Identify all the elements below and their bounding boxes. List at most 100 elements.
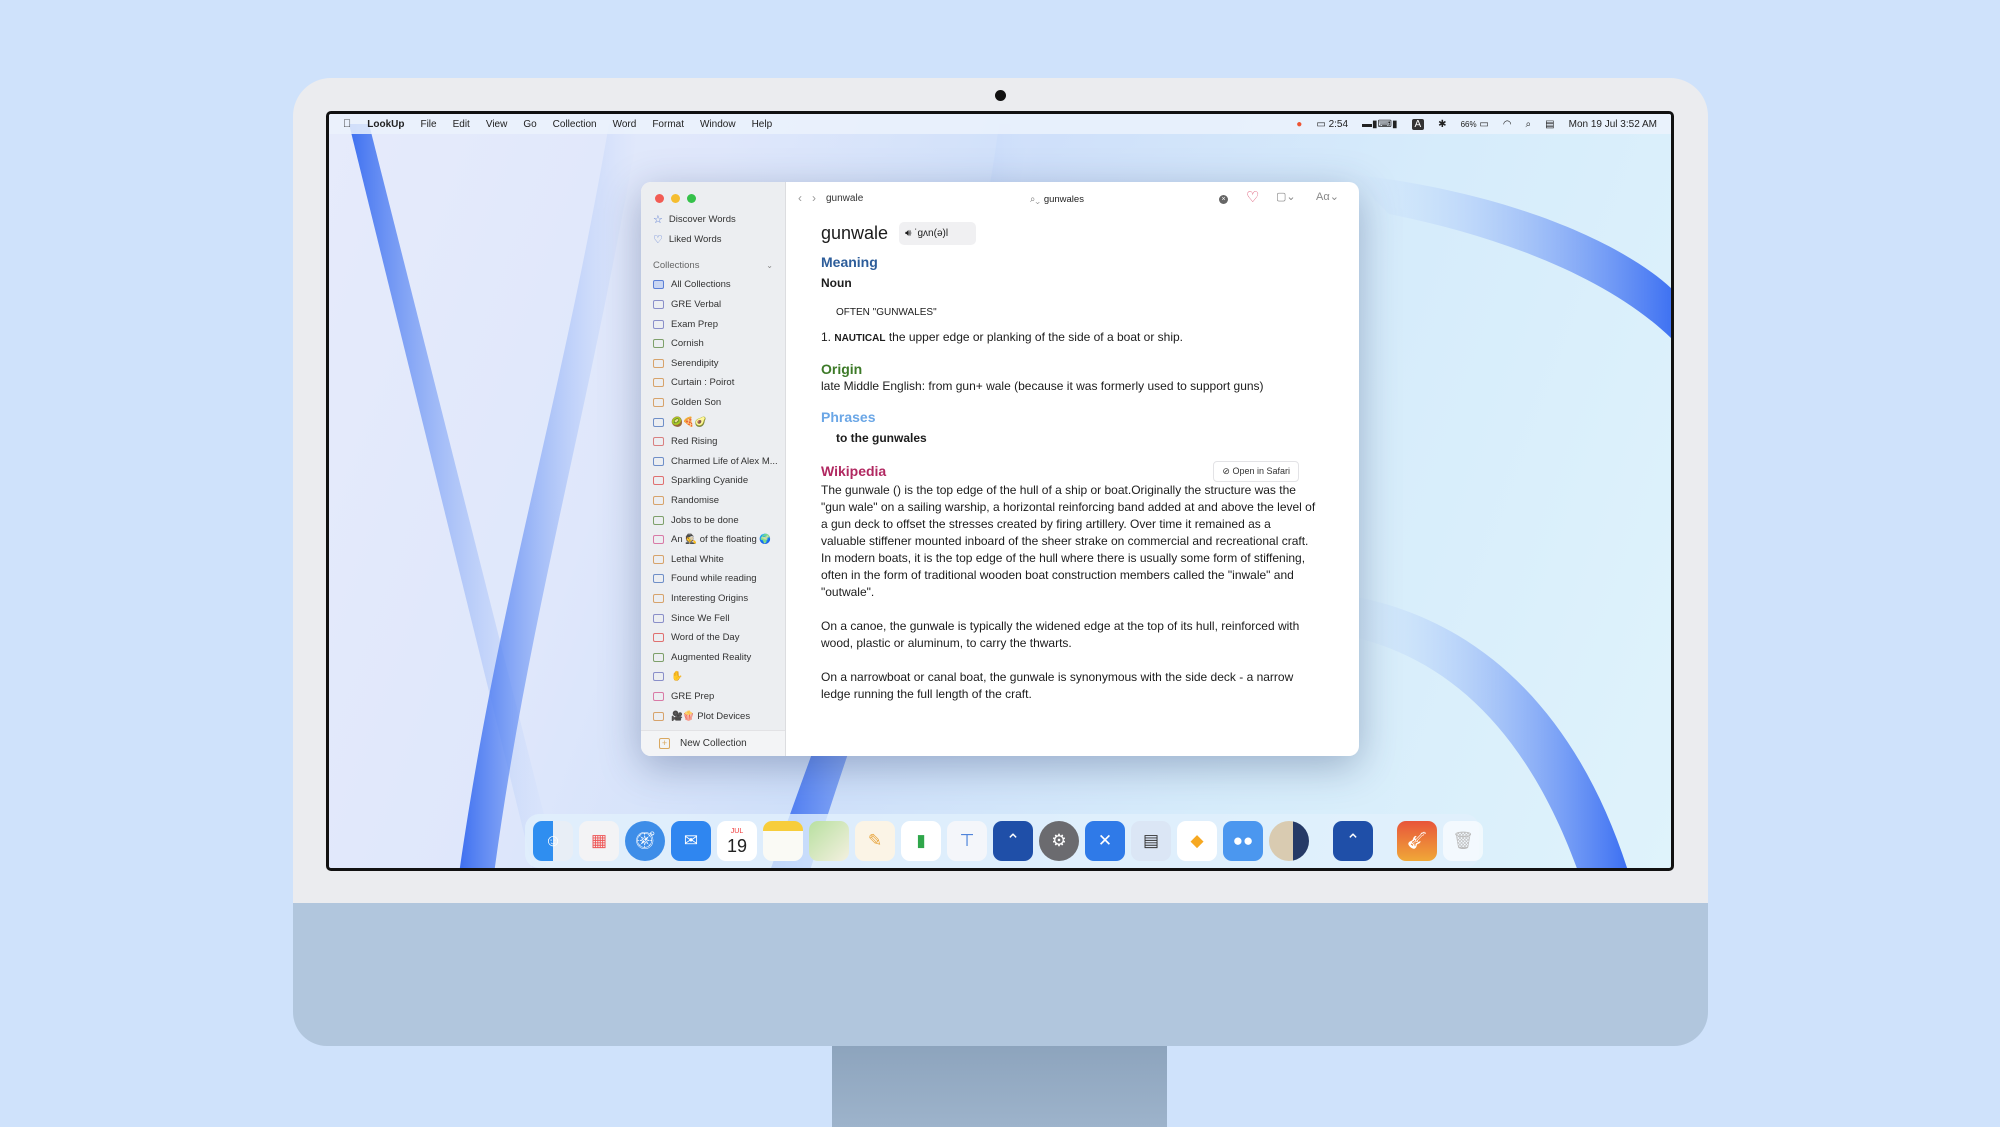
wifi-icon[interactable]: ◠ xyxy=(1503,119,1512,130)
like-heart-button[interactable]: ♡ xyxy=(1246,188,1259,206)
phrase: to the gunwales xyxy=(836,431,927,445)
dock-mail[interactable]: ✉ xyxy=(671,821,711,861)
new-collection-button[interactable]: + New Collection xyxy=(641,730,785,756)
control-center-icon[interactable]: ▤ xyxy=(1545,119,1554,130)
zoom-button[interactable] xyxy=(687,194,696,203)
apple-menu-icon[interactable]:  xyxy=(343,118,351,130)
sidebar-collection-item[interactable]: An 🕵️ of the floating 🌍 xyxy=(641,530,785,550)
open-in-safari-button[interactable]: ⊘ Open in Safari xyxy=(1213,461,1299,482)
back-button[interactable]: ‹ xyxy=(798,191,802,205)
dock-calendar[interactable]: JUL 19 xyxy=(717,821,757,861)
sidebar-collection-item[interactable]: Word of the Day xyxy=(641,628,785,648)
menu-go[interactable]: Go xyxy=(523,119,536,130)
dock-xcode[interactable]: ✕ xyxy=(1085,821,1125,861)
sidebar-collection-item[interactable]: Charmed Life of Alex M... xyxy=(641,452,785,472)
dock-sketch[interactable]: ◆ xyxy=(1177,821,1217,861)
bluetooth-icon[interactable]: ✱ xyxy=(1438,119,1446,130)
menu-window[interactable]: Window xyxy=(700,119,736,130)
collection-folder-icon xyxy=(653,417,664,427)
all-collections-icon xyxy=(653,280,664,290)
dock-pages[interactable]: ✎ xyxy=(855,821,895,861)
battery-percent-text: 66% xyxy=(1460,119,1477,129)
clear-search-icon[interactable]: × xyxy=(1219,194,1228,204)
sidebar-collection-item[interactable]: Exam Prep xyxy=(641,314,785,334)
dock-keynote[interactable]: ⊤ xyxy=(947,821,987,861)
menu-word[interactable]: Word xyxy=(613,119,637,130)
sidebar-item-discover-words[interactable]: ☆ Discover Words xyxy=(641,210,785,230)
battery-time[interactable]: ▭ 2:54 xyxy=(1316,119,1348,130)
sidebar-collection-item[interactable]: Found while reading xyxy=(641,569,785,589)
collection-folder-icon xyxy=(653,437,664,447)
close-button[interactable] xyxy=(655,194,664,203)
dock-maps[interactable] xyxy=(809,821,849,861)
collection-label: Exam Prep xyxy=(671,318,718,330)
chevron-down-icon[interactable]: ⌄ xyxy=(766,261,773,270)
sidebar-collection-item[interactable]: GRE Verbal xyxy=(641,295,785,315)
font-size-button[interactable]: Aα⌄ xyxy=(1316,190,1339,203)
dock-moon[interactable] xyxy=(1269,821,1309,861)
dock-finder[interactable]: ☺ xyxy=(533,821,573,861)
sidebar-collection-item[interactable]: Golden Son xyxy=(641,393,785,413)
sidebar-collection-item[interactable]: Serendipity xyxy=(641,354,785,374)
pronunciation-button[interactable]: 🔊︎ ˈɡʌn(ə)l xyxy=(899,222,977,245)
dock-notes[interactable] xyxy=(763,821,803,861)
dock-lookup[interactable]: ⌃ xyxy=(993,821,1033,861)
minimize-button[interactable] xyxy=(671,194,680,203)
dock-launchpad[interactable]: ▦ xyxy=(579,821,619,861)
dock-garageband[interactable]: 🎸︎ xyxy=(1397,821,1437,861)
sidebar-collection-item[interactable]: Cornish xyxy=(641,334,785,354)
wiki-paragraph: The gunwale () is the top edge of the hu… xyxy=(821,483,1316,599)
sidebar-collection-item[interactable]: 🥝🍕🥑 xyxy=(641,412,785,432)
menu-collection[interactable]: Collection xyxy=(553,119,597,130)
collection-label: Red Rising xyxy=(671,436,718,448)
spotlight-icon[interactable]: ⌕ xyxy=(1526,119,1532,130)
sidebar-collection-item[interactable]: Lethal White xyxy=(641,550,785,570)
dock-numbers[interactable]: ▮ xyxy=(901,821,941,861)
search-icon: ⌕⌄ xyxy=(1030,193,1040,205)
sidebar-collection-item[interactable]: GRE Prep xyxy=(641,687,785,707)
menu-edit[interactable]: Edit xyxy=(453,119,470,130)
dock-lookup-running[interactable]: ⌃ xyxy=(1333,821,1373,861)
keyboard-icon[interactable]: ▬▮⌨▮ xyxy=(1362,119,1397,130)
sidebar-collection-item[interactable]: Randomise xyxy=(641,491,785,511)
input-source[interactable]: A xyxy=(1411,118,1425,130)
wikipedia-heading-row: Wikipedia ⊘ Open in Safari xyxy=(821,461,1359,482)
menu-file[interactable]: File xyxy=(420,119,436,130)
menu-app-name[interactable]: LookUp xyxy=(367,119,404,130)
phrases-heading: Phrases xyxy=(821,409,876,425)
sidebar-collection-item[interactable]: Since We Fell xyxy=(641,608,785,628)
sidebar-collection-item[interactable]: ✋ xyxy=(641,667,785,687)
battery-percent[interactable]: 66% ▭ xyxy=(1461,119,1489,130)
collection-label: ✋ xyxy=(671,671,683,683)
sidebar-collection-item[interactable]: Interesting Origins xyxy=(641,589,785,609)
sidebar-collection-item[interactable]: 🎥🍿 Plot Devices xyxy=(641,706,785,726)
dock-tweetbot[interactable]: ●● xyxy=(1223,821,1263,861)
sidebar-collection-item[interactable]: Sparkling Cyanide xyxy=(641,471,785,491)
usage-note: OFTEN "GUNWALES" xyxy=(836,307,937,318)
collection-label: Golden Son xyxy=(671,397,722,409)
add-to-collection-button[interactable]: ▢⌄ xyxy=(1276,190,1296,203)
search-field[interactable]: ⌕⌄ gunwales × xyxy=(1024,190,1234,208)
menu-view[interactable]: View xyxy=(486,119,508,130)
collections-header[interactable]: Collections ⌄ xyxy=(641,255,785,275)
search-input[interactable]: gunwales xyxy=(1044,194,1084,205)
screen-recording-icon[interactable]: ● xyxy=(1296,119,1302,130)
menu-help[interactable]: Help xyxy=(752,119,773,130)
sidebar-collection-item[interactable]: Curtain : Poirot xyxy=(641,373,785,393)
menu-bar:  LookUp File Edit View Go Collection Wo… xyxy=(329,114,1671,134)
sidebar-collection-item[interactable]: Red Rising xyxy=(641,432,785,452)
sidebar-collection-item[interactable]: All Collections xyxy=(641,275,785,295)
sidebar-collection-item[interactable]: Jobs to be done xyxy=(641,510,785,530)
collection-label: GRE Prep xyxy=(671,690,715,702)
dock-system-preferences[interactable]: ⚙ xyxy=(1039,821,1079,861)
menu-format[interactable]: Format xyxy=(652,119,684,130)
sidebar-item-liked-words[interactable]: ♡ Liked Words xyxy=(641,230,785,250)
dock-trash[interactable]: 🗑︎ xyxy=(1443,821,1483,861)
clock[interactable]: Mon 19 Jul 3:52 AM xyxy=(1569,119,1657,130)
collection-label: Interesting Origins xyxy=(671,592,749,604)
dock-safari[interactable]: 🧭︎ xyxy=(625,821,665,861)
dock-preview[interactable]: ▤ xyxy=(1131,821,1171,861)
sidebar-collection-item[interactable]: Augmented Reality xyxy=(641,647,785,667)
collection-label: All Collections xyxy=(671,279,731,291)
forward-button[interactable]: › xyxy=(812,191,816,205)
